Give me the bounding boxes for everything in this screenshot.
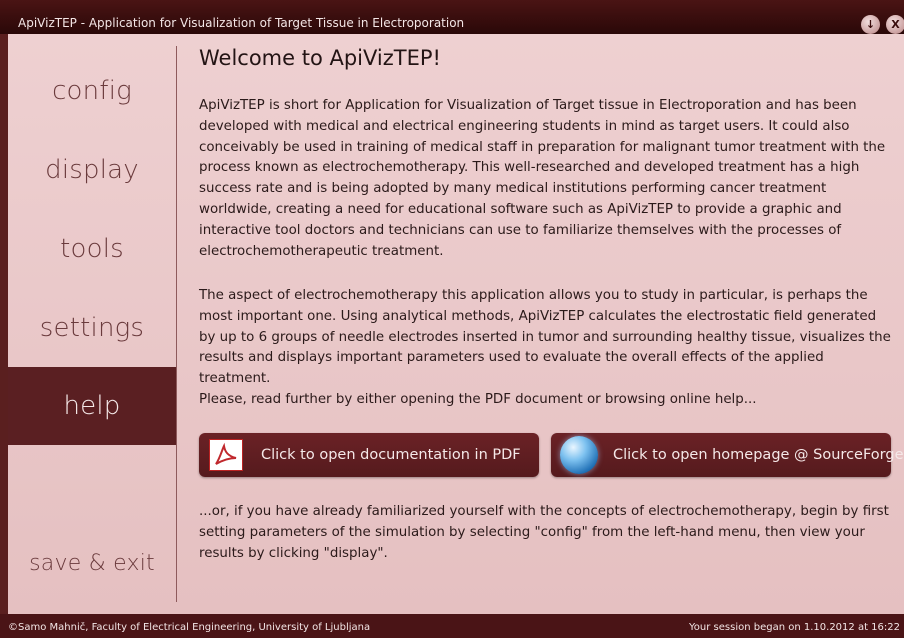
- nav-config-label: config: [52, 76, 132, 106]
- content-area: config display tools settings help save …: [8, 34, 904, 614]
- open-pdf-button[interactable]: Click to open documentation in PDF: [199, 433, 539, 477]
- aspect-paragraph: The aspect of electrochemotherapy this a…: [199, 288, 891, 387]
- window-title: ApiVizTEP - Application for Visualizatio…: [18, 16, 465, 30]
- globe-icon: [560, 436, 598, 474]
- nav-save-exit[interactable]: save & exit: [8, 525, 176, 603]
- page-title: Welcome to ApiVizTEP!: [199, 46, 441, 70]
- config-hint-paragraph: ...or, if you have already familiarized …: [199, 504, 889, 561]
- sidebar-divider: [176, 46, 177, 602]
- session-start-text: Your session began on 1.10.2012 at 16:22: [689, 622, 900, 633]
- app-window: ApiVizTEP - Application for Visualizatio…: [0, 0, 904, 638]
- nav-help-label: help: [63, 391, 121, 421]
- copyright-text: ©Samo Mahnič, Faculty of Electrical Engi…: [8, 622, 371, 633]
- open-homepage-label: Click to open homepage @ SourceForge: [613, 447, 904, 463]
- nav-tools-label: tools: [60, 234, 124, 264]
- read-further-text: Please, read further by either opening t…: [199, 392, 757, 407]
- nav-config[interactable]: config: [8, 52, 176, 130]
- nav-save-exit-label: save & exit: [29, 551, 155, 576]
- minimize-icon: ↓: [865, 18, 876, 31]
- close-button[interactable]: X: [886, 15, 904, 34]
- nav-tools[interactable]: tools: [8, 210, 176, 288]
- nav-settings-label: settings: [39, 313, 145, 343]
- status-bar: ©Samo Mahnič, Faculty of Electrical Engi…: [0, 614, 904, 638]
- intro-paragraph: ApiVizTEP is short for Application for V…: [199, 98, 886, 259]
- close-icon: X: [891, 18, 900, 31]
- title-bar[interactable]: ApiVizTEP - Application for Visualizatio…: [0, 0, 904, 34]
- nav-help[interactable]: help: [8, 367, 176, 445]
- nav-settings[interactable]: settings: [8, 289, 176, 367]
- open-homepage-button[interactable]: Click to open homepage @ SourceForge: [551, 433, 904, 477]
- nav-display-label: display: [45, 155, 139, 185]
- open-pdf-label: Click to open documentation in PDF: [261, 447, 521, 463]
- nav-display[interactable]: display: [8, 131, 176, 209]
- minimize-button[interactable]: ↓: [861, 15, 880, 34]
- pdf-icon: [209, 439, 243, 471]
